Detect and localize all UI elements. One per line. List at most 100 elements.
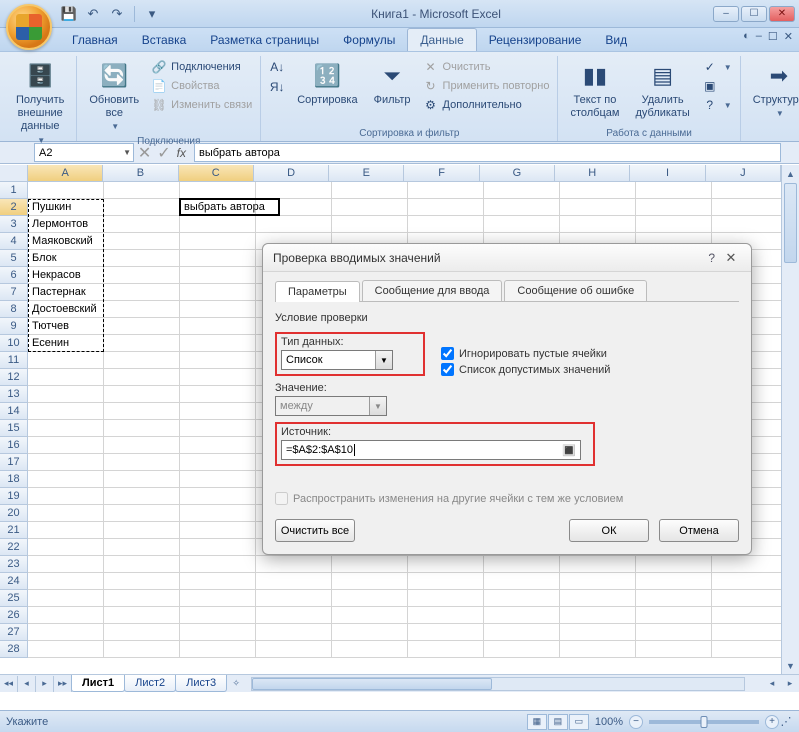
cell[interactable] (256, 641, 332, 658)
cell[interactable] (28, 522, 104, 539)
cell-value[interactable]: Блок (30, 250, 122, 267)
row-header[interactable]: 12 (0, 369, 28, 386)
cell[interactable] (484, 607, 560, 624)
row-header[interactable]: 6 (0, 267, 28, 284)
cell[interactable] (408, 624, 484, 641)
tab-new-icon[interactable]: ✧ (227, 676, 245, 692)
cell[interactable] (28, 624, 104, 641)
cell[interactable] (636, 641, 712, 658)
refresh-all-button[interactable]: 🔄 Обновить все▼ (85, 58, 143, 134)
scroll-down-icon[interactable]: ▼ (782, 657, 799, 674)
row-header[interactable]: 15 (0, 420, 28, 437)
cell[interactable] (28, 386, 104, 403)
column-header[interactable]: F (404, 165, 479, 182)
cell[interactable] (28, 403, 104, 420)
cell[interactable] (256, 590, 332, 607)
cell[interactable] (560, 182, 636, 199)
column-header[interactable]: A (28, 165, 103, 182)
cell[interactable] (104, 607, 180, 624)
doc-minimize-button[interactable]: – (756, 30, 762, 43)
cell[interactable] (104, 488, 180, 505)
cell-value[interactable]: Лермонтов (30, 216, 122, 233)
cell[interactable] (408, 641, 484, 658)
view-normal-button[interactable]: ▦ (527, 714, 547, 730)
formula-input[interactable]: выбрать автора (194, 143, 781, 162)
cell[interactable] (712, 624, 788, 641)
row-header[interactable]: 17 (0, 454, 28, 471)
row-header[interactable]: 16 (0, 437, 28, 454)
name-box[interactable]: A2▼ (34, 143, 134, 162)
cell[interactable] (484, 590, 560, 607)
cell[interactable] (180, 216, 256, 233)
cell[interactable] (180, 250, 256, 267)
view-break-button[interactable]: ▭ (569, 714, 589, 730)
cell[interactable] (408, 216, 484, 233)
select-all-corner[interactable] (0, 165, 28, 182)
cell[interactable] (408, 556, 484, 573)
cell[interactable] (104, 420, 180, 437)
cell[interactable] (408, 182, 484, 199)
dialog-close-icon[interactable]: ✕ (721, 250, 741, 266)
cell[interactable] (408, 590, 484, 607)
combo-dropdown-icon[interactable]: ▼ (375, 351, 392, 369)
column-header[interactable]: I (630, 165, 705, 182)
cell[interactable] (560, 641, 636, 658)
cell[interactable] (28, 505, 104, 522)
cell[interactable] (484, 556, 560, 573)
cell[interactable] (636, 199, 712, 216)
cell[interactable] (28, 182, 104, 199)
cell-value[interactable]: Маяковский (30, 233, 122, 250)
view-layout-button[interactable]: ▤ (548, 714, 568, 730)
row-header[interactable]: 7 (0, 284, 28, 301)
cell[interactable] (180, 233, 256, 250)
row-header[interactable]: 9 (0, 318, 28, 335)
advanced-filter-button[interactable]: ⚙Дополнительно (423, 96, 550, 114)
cell[interactable] (28, 641, 104, 658)
cell[interactable] (104, 539, 180, 556)
dialog-tab[interactable]: Сообщение для ввода (362, 280, 503, 301)
row-header[interactable]: 20 (0, 505, 28, 522)
cell[interactable] (28, 437, 104, 454)
zoom-handle[interactable] (701, 716, 708, 728)
cell[interactable] (180, 284, 256, 301)
fx-icon[interactable]: fx (177, 146, 186, 160)
cell[interactable] (180, 590, 256, 607)
sort-az-button[interactable]: A↓ (269, 58, 285, 76)
row-header[interactable]: 2 (0, 199, 28, 216)
dialog-tab[interactable]: Параметры (275, 281, 360, 302)
cell[interactable] (180, 505, 256, 522)
cell[interactable] (180, 641, 256, 658)
cell[interactable] (104, 556, 180, 573)
column-header[interactable]: J (706, 165, 781, 182)
cell[interactable] (180, 573, 256, 590)
cell[interactable] (28, 369, 104, 386)
ribbon-tab-формулы[interactable]: Формулы (331, 29, 407, 51)
cell[interactable] (332, 624, 408, 641)
cell[interactable] (28, 454, 104, 471)
cell[interactable] (560, 607, 636, 624)
dialog-help-icon[interactable]: ? (702, 251, 721, 265)
cell[interactable] (180, 318, 256, 335)
cell[interactable] (180, 182, 256, 199)
cell[interactable] (104, 352, 180, 369)
cell[interactable] (180, 522, 256, 539)
column-header[interactable]: H (555, 165, 630, 182)
ignore-blank-checkbox[interactable]: Игнорировать пустые ячейки (441, 347, 739, 360)
sort-za-button[interactable]: Я↓ (269, 78, 285, 96)
cell[interactable] (484, 573, 560, 590)
cell[interactable] (332, 182, 408, 199)
reapply-button[interactable]: ↻Применить повторно (423, 77, 550, 95)
row-header[interactable]: 13 (0, 386, 28, 403)
vertical-scrollbar[interactable]: ▲ ▼ (781, 165, 799, 674)
data-validation-button[interactable]: ✓▼ (702, 58, 732, 76)
cell[interactable] (332, 641, 408, 658)
cell[interactable] (712, 607, 788, 624)
filter-button[interactable]: ⏷ Фильтр (370, 58, 415, 109)
sort-button[interactable]: 🔢 Сортировка (293, 58, 361, 109)
qat-undo-icon[interactable]: ↶ (84, 5, 102, 23)
cell-value[interactable]: Пушкин (30, 199, 122, 216)
properties-button[interactable]: 📄Свойства (151, 77, 252, 95)
cell[interactable] (180, 267, 256, 284)
row-header[interactable]: 1 (0, 182, 28, 199)
row-header[interactable]: 5 (0, 250, 28, 267)
